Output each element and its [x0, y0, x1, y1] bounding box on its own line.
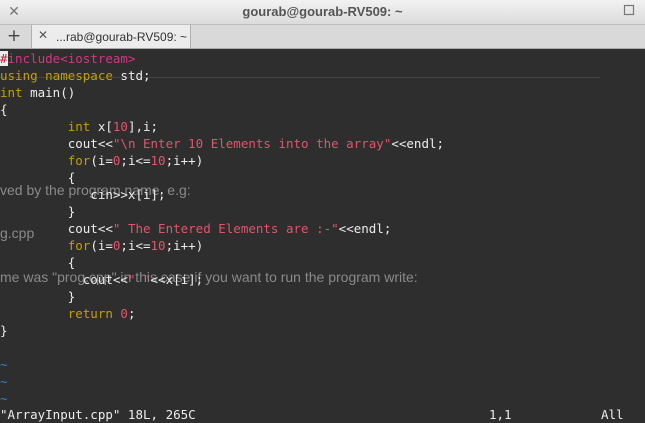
- code-line: cin>>x[i];: [0, 186, 166, 203]
- window-title: gourab@gourab-RV509: ~: [242, 4, 403, 19]
- code-token: for: [67, 238, 91, 253]
- tab-label: ...rab@gourab-RV509: ~: [56, 30, 188, 44]
- code-line: int x[10],i;: [0, 118, 158, 135]
- code-token: main(): [22, 85, 76, 100]
- tab-close-icon[interactable]: ✕: [38, 28, 48, 42]
- code-line: #include<iostream>: [0, 50, 135, 67]
- code-line: {: [0, 254, 76, 271]
- code-token: {: [0, 170, 76, 185]
- new-tab-button[interactable]: +: [4, 26, 24, 46]
- code-token: {: [0, 255, 76, 270]
- code-line: for(i=0;i<=10;i++): [0, 237, 204, 254]
- tab-terminal[interactable]: ✕ ...rab@gourab-RV509: ~: [31, 25, 191, 48]
- code-line: }: [0, 203, 76, 220]
- code-token: <<endl;: [338, 221, 392, 236]
- code-token: }: [0, 323, 8, 338]
- code-token: std;: [112, 68, 151, 83]
- code-token: ],i;: [127, 119, 159, 134]
- empty-line-marker: ~: [0, 391, 8, 406]
- code-token: " The Entered Elements are :-": [112, 221, 339, 236]
- tab-bar: + ✕ ...rab@gourab-RV509: ~: [0, 25, 645, 49]
- code-token: (i=: [90, 238, 113, 253]
- code-token: <<x[i];: [150, 272, 204, 287]
- code-line: {: [0, 101, 8, 118]
- code-token: cout<<: [0, 272, 128, 287]
- code-token: x[: [90, 119, 113, 134]
- terminal-view[interactable]: ved by the program name, e.g: g.cpp me w…: [0, 49, 645, 423]
- code-line: ~: [0, 390, 8, 407]
- code-token: }: [0, 204, 76, 219]
- code-line: int main(): [0, 84, 75, 101]
- code-token: ;i<=: [120, 153, 151, 168]
- code-token: return: [67, 306, 113, 321]
- code-line: for(i=0;i<=10;i++): [0, 152, 204, 169]
- code-token: ;: [127, 306, 136, 321]
- code-line: using namespace std;: [0, 67, 151, 84]
- code-token: include<iostream>: [7, 51, 136, 66]
- code-token: 10: [150, 153, 166, 168]
- code-token: {: [0, 102, 8, 117]
- code-line: ~: [0, 356, 8, 373]
- status-file-info: "ArrayInput.cpp" 18L, 265C: [0, 407, 196, 422]
- code-line: ~: [0, 373, 8, 390]
- code-token: <<endl;: [391, 136, 445, 151]
- code-token: using namespace: [0, 68, 113, 83]
- code-token: ;i<=: [120, 238, 151, 253]
- code-token: int: [67, 119, 91, 134]
- code-line: cout<<"\n Enter 10 Elements into the arr…: [0, 135, 444, 152]
- code-line: cout<<" "<<x[i];: [0, 271, 203, 288]
- code-token: 10: [112, 119, 128, 134]
- code-token: 0: [120, 306, 128, 321]
- code-token: "\n Enter 10 Elements into the array": [112, 136, 392, 151]
- title-bar: ✕ gourab@gourab-RV509: ~: [0, 0, 645, 25]
- code-token: cout<<: [0, 136, 113, 151]
- status-scroll-position: All: [601, 407, 624, 422]
- maximize-icon[interactable]: [619, 2, 639, 22]
- code-token: (i=: [90, 153, 113, 168]
- code-token: int: [0, 85, 23, 100]
- code-token: 10: [150, 238, 166, 253]
- code-token: for: [67, 153, 91, 168]
- code-line: cout<<" The Entered Elements are :-"<<en…: [0, 220, 392, 237]
- code-token: }: [0, 289, 76, 304]
- code-line: }: [0, 288, 76, 305]
- code-token: ;i++): [165, 153, 204, 168]
- code-token: cout<<: [0, 221, 113, 236]
- text-cursor: #: [0, 51, 8, 66]
- code-token: ;i++): [165, 238, 204, 253]
- status-cursor-position: 1,1: [489, 407, 512, 422]
- empty-line-marker: ~: [0, 357, 8, 372]
- code-line: {: [0, 169, 76, 186]
- code-line: return 0;: [0, 305, 136, 322]
- code-token: cin>>x[i];: [0, 187, 166, 202]
- code-token: " ": [127, 272, 151, 287]
- code-line: }: [0, 322, 8, 339]
- empty-line-marker: ~: [0, 374, 8, 389]
